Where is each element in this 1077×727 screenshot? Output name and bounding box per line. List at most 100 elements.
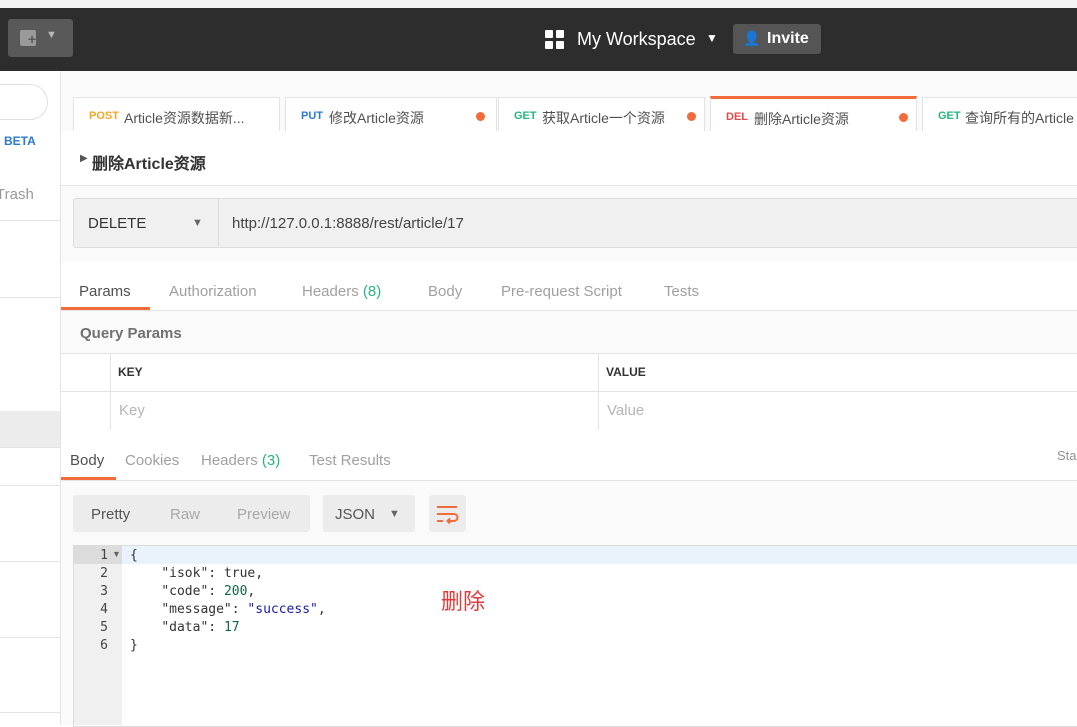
- json-brace: {: [130, 548, 138, 563]
- code-line: }: [130, 638, 138, 653]
- workspace-grid-icon[interactable]: [545, 30, 565, 50]
- json-brace: }: [130, 638, 138, 653]
- line-number: 6: [100, 638, 108, 653]
- tab-label: 删除Article资源: [754, 111, 849, 127]
- response-headers-label: Headers: [201, 452, 258, 469]
- divider: [110, 354, 111, 430]
- invite-button[interactable]: 👤 Invite: [733, 24, 821, 54]
- json-value: true: [223, 566, 256, 581]
- tab-method: DEL: [726, 111, 748, 123]
- code-line: "message": "success",: [161, 602, 326, 617]
- line-number: 3: [100, 584, 108, 599]
- divider: [0, 637, 60, 638]
- workspace-title[interactable]: My Workspace: [577, 29, 696, 50]
- tab-put-article-update[interactable]: PUT 修改Article资源: [285, 97, 497, 132]
- fold-caret-icon[interactable]: ▼: [112, 549, 121, 559]
- response-tab-headers[interactable]: Headers (3): [201, 452, 280, 469]
- tab-get-article-all[interactable]: GET 查询所有的Article: [922, 97, 1077, 132]
- key-column-header: KEY: [118, 365, 143, 379]
- tab-headers-label: Headers: [302, 283, 359, 300]
- response-tab-cookies[interactable]: Cookies: [125, 452, 179, 469]
- chevron-down-icon: ▼: [46, 29, 57, 41]
- json-value: "success": [247, 602, 318, 617]
- json-key: "isok": [161, 566, 209, 581]
- request-title-bar: [61, 131, 1077, 186]
- active-tab-indicator: [61, 477, 116, 480]
- json-value: 17: [223, 620, 240, 635]
- app-header: [0, 8, 1077, 71]
- sidebar-list-item[interactable]: [0, 220, 60, 298]
- tab-body[interactable]: Body: [428, 283, 462, 300]
- code-line: {: [130, 548, 138, 563]
- tab-post-article-create[interactable]: POST Article资源数据新...: [73, 97, 280, 132]
- tab-headers[interactable]: Headers (8): [302, 283, 381, 300]
- tab-method: PUT: [301, 110, 323, 122]
- tab-method: GET: [514, 110, 537, 122]
- plus-icon: +: [28, 31, 37, 47]
- sidebar-selected-item[interactable]: [0, 411, 60, 447]
- window-top-strip: [0, 0, 1077, 8]
- line-number: 4: [100, 602, 108, 617]
- tab-params[interactable]: Params: [79, 283, 131, 300]
- add-user-icon: 👤: [743, 30, 761, 46]
- param-value-input[interactable]: Value: [607, 402, 644, 419]
- divider: [0, 447, 60, 448]
- format-type-label: JSON: [335, 506, 376, 523]
- wrap-lines-button[interactable]: [429, 495, 466, 532]
- divider: [0, 561, 60, 562]
- method-label: DELETE: [88, 215, 147, 232]
- response-status: Sta: [1057, 448, 1077, 463]
- response-tab-body[interactable]: Body: [70, 452, 104, 469]
- invite-label: Invite: [767, 30, 809, 47]
- divider: [61, 391, 1077, 392]
- wrap-lines-icon: [437, 506, 459, 525]
- tab-method: POST: [89, 110, 119, 122]
- sidebar-search-input[interactable]: [0, 84, 48, 120]
- line-number: 5: [100, 620, 108, 635]
- tab-del-article[interactable]: DEL 删除Article资源: [710, 96, 917, 134]
- query-params-table: [61, 353, 1077, 433]
- active-tab-indicator: [61, 307, 150, 310]
- response-headers-count: (3): [261, 452, 281, 469]
- value-column-header: VALUE: [606, 365, 646, 379]
- sidebar: [0, 71, 61, 725]
- unsaved-dot-icon: [899, 113, 908, 122]
- workspace-dropdown-icon[interactable]: ▼: [706, 31, 718, 45]
- chevron-down-icon: ▼: [192, 217, 203, 229]
- code-line: "data": 17: [161, 620, 240, 635]
- tab-label: Article资源数据新...: [124, 110, 245, 126]
- pretty-button[interactable]: Pretty: [91, 506, 130, 523]
- json-key: "message": [161, 602, 232, 617]
- request-title[interactable]: 删除Article资源: [92, 150, 206, 174]
- unsaved-dot-icon: [687, 112, 696, 121]
- tab-tests[interactable]: Tests: [664, 283, 699, 300]
- tab-label: 查询所有的Article: [965, 110, 1074, 126]
- param-key-input[interactable]: Key: [119, 402, 145, 419]
- headers-count: (8): [362, 283, 382, 300]
- new-button[interactable]: + ▼: [8, 19, 73, 57]
- tab-prerequest-script[interactable]: Pre-request Script: [501, 283, 622, 300]
- annotation-text: 删除: [441, 590, 486, 615]
- response-tab-test-results[interactable]: Test Results: [309, 452, 391, 469]
- url-input[interactable]: http://127.0.0.1:8888/rest/article/17: [232, 215, 464, 232]
- code-line: "isok": true,: [161, 566, 264, 581]
- line-number: 1: [100, 548, 108, 563]
- code-line: "code": 200,: [161, 584, 256, 599]
- sidebar-trash-link[interactable]: Trash: [0, 186, 34, 203]
- divider: [0, 712, 60, 713]
- json-key: "code": [161, 584, 209, 599]
- chevron-down-icon: ▼: [389, 508, 400, 520]
- preview-button[interactable]: Preview: [237, 506, 290, 523]
- url-bar: [73, 198, 1077, 248]
- tab-method: GET: [938, 110, 961, 122]
- tab-label: 修改Article资源: [329, 110, 424, 126]
- active-line-highlight: [122, 546, 1077, 564]
- tab-authorization[interactable]: Authorization: [169, 283, 257, 300]
- query-params-label: Query Params: [80, 325, 182, 342]
- tab-get-article-one[interactable]: GET 获取Article一个资源: [498, 97, 705, 132]
- unsaved-dot-icon: [476, 112, 485, 121]
- raw-button[interactable]: Raw: [170, 506, 200, 523]
- caret-right-icon[interactable]: ▶: [80, 153, 88, 164]
- sidebar-beta-badge: BETA: [4, 134, 36, 148]
- line-number: 2: [100, 566, 108, 581]
